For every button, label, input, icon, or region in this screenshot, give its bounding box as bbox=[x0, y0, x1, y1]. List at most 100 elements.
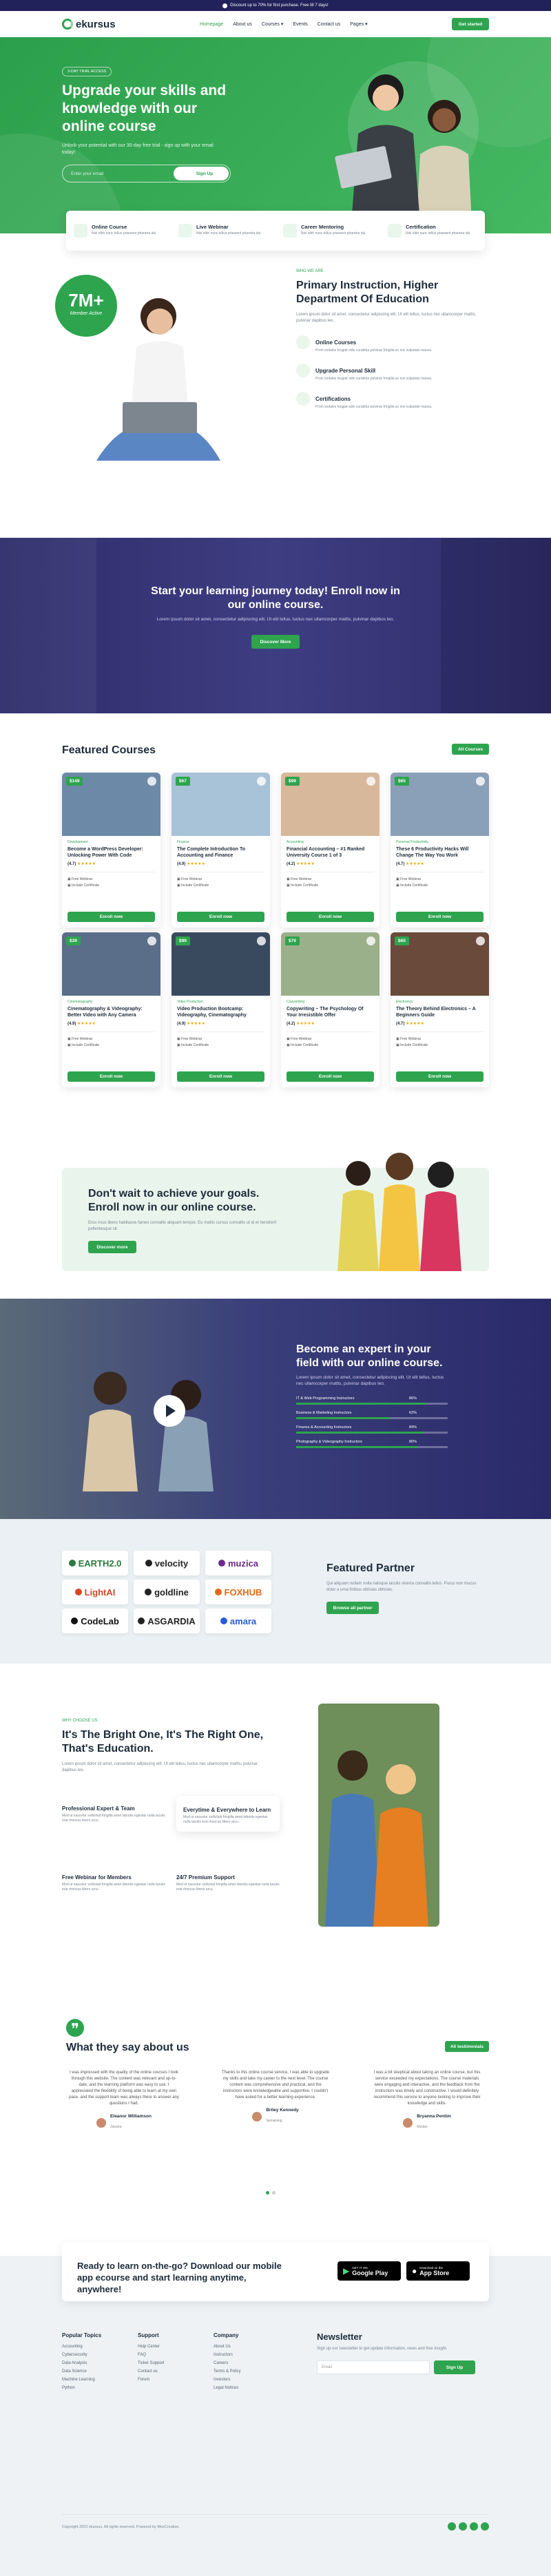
why-desc: Lorem ipsum dolor sit amet, consectetur … bbox=[62, 1762, 258, 1772]
footer-link[interactable]: Contact us bbox=[138, 2367, 164, 2376]
skill-value: 80% bbox=[408, 1440, 417, 1444]
app-store-button[interactable]: ● Download on the App Store bbox=[406, 2261, 470, 2281]
goals-discover-button[interactable]: Discover more bbox=[88, 1241, 136, 1253]
newsletter-email-input[interactable]: Email bbox=[317, 2360, 430, 2374]
facebook-icon[interactable] bbox=[448, 2522, 456, 2531]
certificate-meta: ▣ Include Certificate bbox=[177, 1043, 209, 1047]
enroll-button[interactable]: Enroll now bbox=[287, 1071, 374, 1082]
course-title[interactable]: Cinematography & Videography: Better Vid… bbox=[67, 1006, 155, 1018]
twitter-icon[interactable] bbox=[459, 2522, 467, 2531]
play-icon bbox=[166, 1405, 176, 1417]
course-card[interactable]: $149 Development Become a WordPress Deve… bbox=[62, 773, 160, 928]
course-card[interactable]: $65 Personal Productivity These 6 Produc… bbox=[391, 773, 489, 928]
video-icon bbox=[178, 224, 192, 238]
footer-link[interactable]: Data Analysis bbox=[62, 2359, 101, 2367]
course-title[interactable]: The Theory Behind Electronics – A Beginn… bbox=[396, 1006, 484, 1018]
skill-label: Business & Marketing Instructors bbox=[296, 1411, 352, 1415]
footer-link[interactable]: Careers bbox=[214, 2359, 241, 2367]
course-title[interactable]: Copywriting – The Psychology Of Your Irr… bbox=[287, 1006, 374, 1018]
course-title[interactable]: Financial Accounting – #1 Ranked Univers… bbox=[287, 846, 374, 859]
enroll-button[interactable]: Enroll now bbox=[396, 1071, 484, 1082]
webinar-meta: ▣ Free Webinar bbox=[177, 877, 202, 881]
get-started-button[interactable]: Get started bbox=[452, 18, 489, 30]
partner-logo[interactable]: LightAI bbox=[62, 1580, 128, 1604]
navbar: ekursus Homepage About us Courses ▾ Even… bbox=[62, 11, 489, 37]
footer-link[interactable]: Help Center bbox=[138, 2343, 164, 2351]
footer-link[interactable]: Legal Notices bbox=[214, 2384, 241, 2392]
course-card[interactable]: $65 Electronics The Theory Behind Electr… bbox=[391, 932, 489, 1087]
footer-link[interactable]: Investors bbox=[214, 2376, 241, 2384]
all-courses-button[interactable]: All Courses bbox=[452, 744, 489, 755]
bookmark-icon[interactable] bbox=[366, 777, 375, 786]
course-category: Accounting bbox=[287, 840, 304, 844]
course-title[interactable]: Video Production Bootcamp: Videography, … bbox=[177, 1006, 264, 1018]
course-card[interactable]: $39 Cinematography Cinematography & Vide… bbox=[62, 932, 160, 1087]
browse-partner-button[interactable]: Browse all partner bbox=[326, 1602, 379, 1614]
enroll-button[interactable]: Enroll now bbox=[396, 912, 484, 922]
partner-logo[interactable]: muzica bbox=[205, 1551, 271, 1575]
course-rating: (4.9) ★★★★★ bbox=[177, 1022, 205, 1026]
enroll-button[interactable]: Enroll now bbox=[67, 1071, 155, 1082]
bookmark-icon[interactable] bbox=[476, 936, 485, 945]
partner-logo[interactable]: goldline bbox=[134, 1580, 200, 1604]
enroll-button[interactable]: Enroll now bbox=[287, 912, 374, 922]
nav-link-events[interactable]: Events bbox=[293, 22, 307, 27]
partner-logo[interactable]: EARTH2.0 bbox=[62, 1551, 128, 1575]
nav-link-about[interactable]: About us bbox=[233, 22, 252, 27]
footer-link[interactable]: FAQ bbox=[138, 2351, 164, 2359]
footer-link[interactable]: Data Science bbox=[62, 2367, 101, 2376]
partner-logo[interactable]: CodeLab bbox=[62, 1609, 128, 1633]
certificate-meta: ▣ Include Certificate bbox=[287, 1043, 319, 1047]
newsletter-signup-button[interactable]: Sign Up bbox=[434, 2360, 475, 2374]
testimonial-card: Thanks to this online course service, I … bbox=[221, 2071, 330, 2123]
enroll-button[interactable]: Enroll now bbox=[177, 1071, 264, 1082]
partner-logo[interactable]: amara bbox=[205, 1609, 271, 1633]
footer-link[interactable]: Terms & Policy bbox=[214, 2367, 241, 2376]
nav-link-contact[interactable]: Contact us bbox=[318, 22, 340, 27]
play-video-button[interactable] bbox=[154, 1395, 185, 1427]
bookmark-icon[interactable] bbox=[366, 936, 375, 945]
footer-link[interactable]: Python bbox=[62, 2384, 101, 2392]
price-badge: $99 bbox=[285, 777, 300, 786]
bookmark-icon[interactable] bbox=[476, 777, 485, 786]
discover-more-button[interactable]: Discover More bbox=[251, 635, 300, 649]
course-title[interactable]: The Complete Introduction To Accounting … bbox=[177, 846, 264, 859]
bookmark-icon[interactable] bbox=[257, 936, 266, 945]
instagram-icon[interactable] bbox=[470, 2522, 478, 2531]
footer-link[interactable]: About Us bbox=[214, 2343, 241, 2351]
email-input[interactable]: Enter your email bbox=[64, 171, 103, 176]
logo[interactable]: ekursus bbox=[62, 19, 116, 30]
course-card[interactable]: $99 Accounting Financial Accounting – #1… bbox=[281, 773, 380, 928]
footer-link[interactable]: Machine Learning bbox=[62, 2376, 101, 2384]
footer-link[interactable]: Forum bbox=[138, 2376, 164, 2384]
carousel-dots[interactable] bbox=[266, 2191, 276, 2195]
nav-link-homepage[interactable]: Homepage bbox=[200, 22, 223, 27]
partner-logo[interactable]: ASGARDIA bbox=[134, 1609, 200, 1633]
nav-link-pages[interactable]: Pages ▾ bbox=[350, 21, 367, 27]
partner-logo[interactable]: velocity bbox=[134, 1551, 200, 1575]
course-title[interactable]: These 6 Productivity Hacks Will Change T… bbox=[396, 846, 484, 859]
footer-link[interactable]: Instructors bbox=[214, 2351, 241, 2359]
footer-link[interactable]: Accounting bbox=[62, 2343, 101, 2351]
price-badge: $39 bbox=[66, 936, 81, 945]
bookmark-icon[interactable] bbox=[147, 936, 156, 945]
course-card[interactable]: $79 Copywriting Copywriting – The Psycho… bbox=[281, 932, 380, 1087]
course-title[interactable]: Become a WordPress Developer: Unlocking … bbox=[67, 846, 155, 859]
enroll-button[interactable]: Enroll now bbox=[67, 912, 155, 922]
testimonial-title: What they say about us bbox=[66, 2042, 189, 2053]
signup-button[interactable]: Sign Up bbox=[174, 167, 229, 180]
youtube-icon[interactable] bbox=[481, 2522, 489, 2531]
footer-link[interactable]: Cybersecurity bbox=[62, 2351, 101, 2359]
goals-desc: Eros risus libero habitasse fames conval… bbox=[88, 1221, 277, 1231]
all-testimonials-button[interactable]: All testimonials bbox=[445, 2041, 489, 2052]
price-badge: $79 bbox=[285, 936, 300, 945]
course-card[interactable]: $67 Finance The Complete Introduction To… bbox=[171, 773, 270, 928]
course-card[interactable]: $99 Video Production Video Production Bo… bbox=[171, 932, 270, 1087]
bookmark-icon[interactable] bbox=[147, 777, 156, 786]
bookmark-icon[interactable] bbox=[257, 777, 266, 786]
partner-logo[interactable]: FOXHUB bbox=[205, 1580, 271, 1604]
nav-link-courses[interactable]: Courses ▾ bbox=[262, 21, 284, 27]
google-play-button[interactable]: ▶ GET IT ON Google Play bbox=[337, 2261, 401, 2281]
enroll-button[interactable]: Enroll now bbox=[177, 912, 264, 922]
footer-link[interactable]: Ticket Support bbox=[138, 2359, 164, 2367]
